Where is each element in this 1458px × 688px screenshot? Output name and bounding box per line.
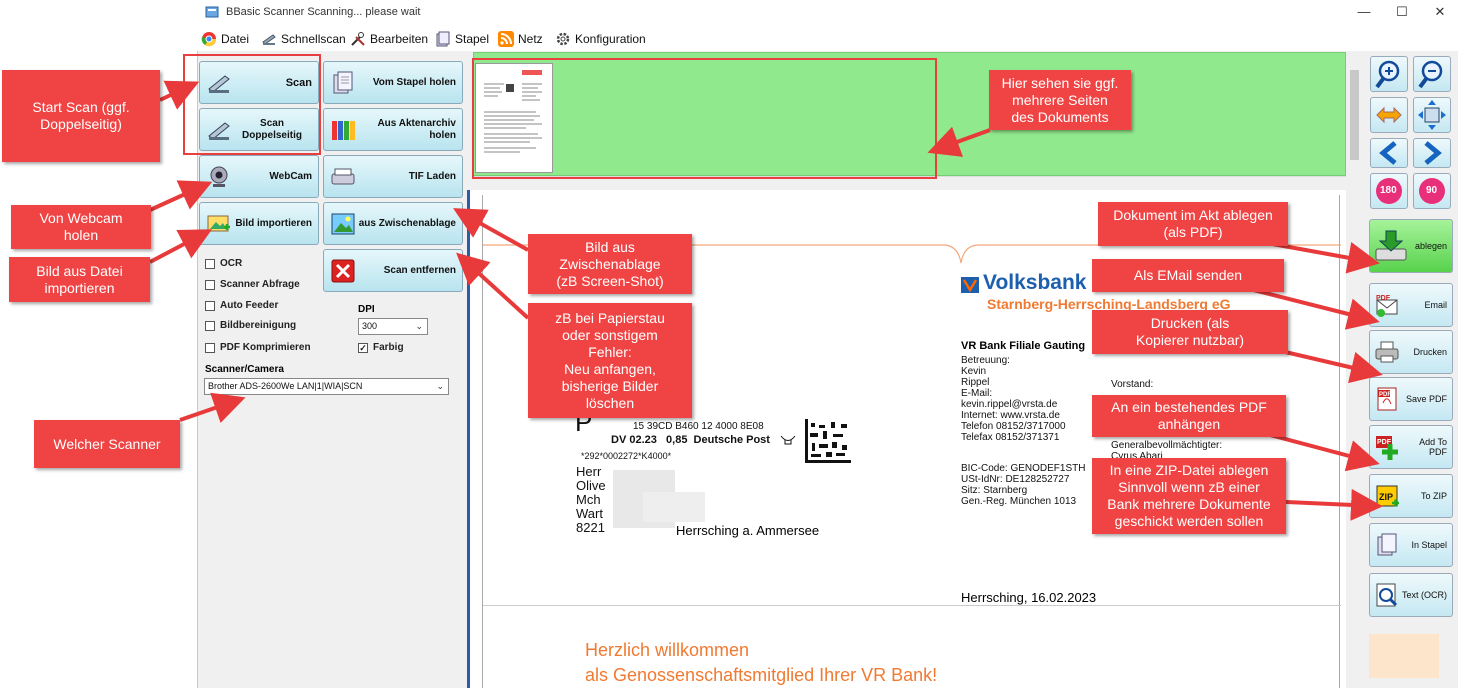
callout-paper-jam: zB bei Papierstau oder sonstigem Fehler:… (528, 303, 692, 418)
callout-email: Als EMail senden (1092, 259, 1284, 292)
callout-print: Drucken (als Kopierer nutzbar) (1092, 310, 1288, 354)
callout-image-file: Bild aus Datei importieren (9, 257, 150, 302)
callout-webcam: Von Webcam holen (11, 205, 151, 249)
callout-which-scanner: Welcher Scanner (34, 420, 180, 468)
callout-start-scan: Start Scan (ggf. Doppelseitig) (2, 70, 160, 162)
callout-append-pdf: An ein bestehendes PDF anhängen (1092, 395, 1286, 437)
callout-clipboard: Bild aus Zwischenablage (zB Screen-Shot) (528, 234, 692, 294)
callout-pages: Hier sehen sie ggf. mehrere Seiten des D… (989, 70, 1131, 130)
callout-zip: In eine ZIP-Datei ablegen Sinnvoll wenn … (1092, 458, 1286, 534)
callout-archive-pdf: Dokument im Akt ablegen (als PDF) (1098, 202, 1288, 246)
